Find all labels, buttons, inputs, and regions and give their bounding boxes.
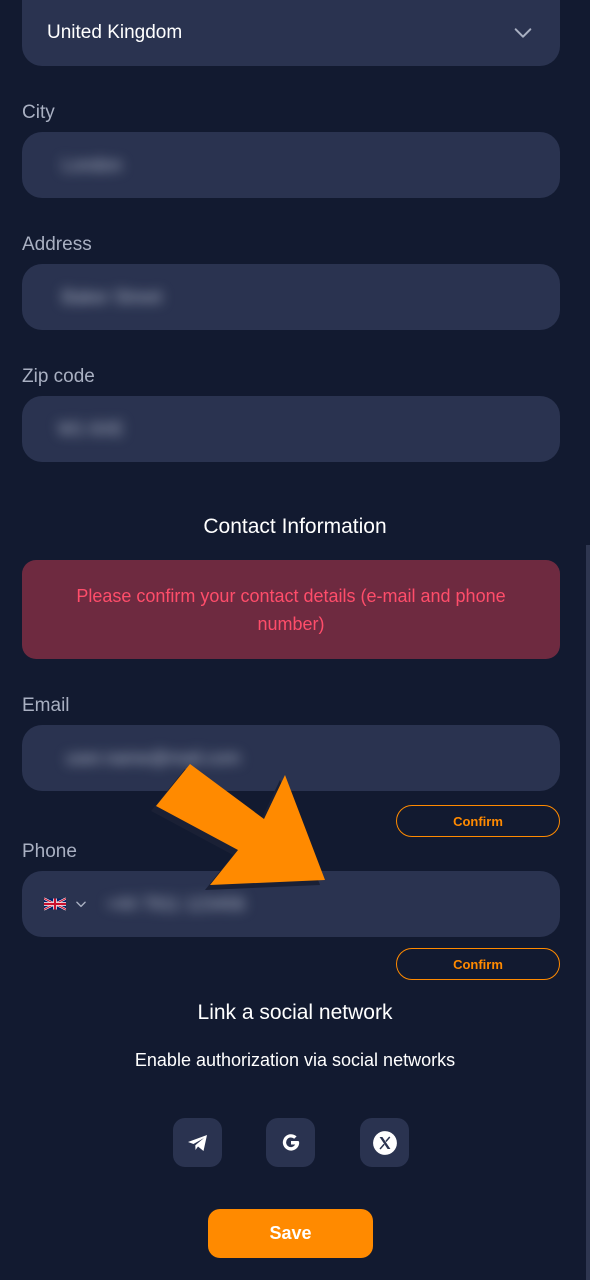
google-icon bbox=[282, 1133, 299, 1151]
country-select[interactable]: United Kingdom bbox=[22, 0, 560, 66]
email-input[interactable]: user.name@mail.com bbox=[22, 725, 560, 791]
zip-input[interactable]: W1 6XE bbox=[22, 396, 560, 462]
uk-flag-icon[interactable] bbox=[44, 897, 66, 911]
social-subtitle: Enable authorization via social networks bbox=[134, 1050, 456, 1070]
phone-confirm-button[interactable]: Confirm bbox=[396, 948, 560, 980]
zip-label: Zip code bbox=[22, 366, 95, 387]
phone-label: Phone bbox=[22, 841, 77, 862]
google-button[interactable] bbox=[266, 1118, 315, 1167]
x-icon bbox=[372, 1130, 397, 1155]
phone-value: +44 7911 123456 bbox=[106, 894, 246, 914]
zip-value: W1 6XE bbox=[58, 419, 125, 439]
email-confirm-button[interactable]: Confirm bbox=[396, 805, 560, 837]
country-select-value: United Kingdom bbox=[47, 22, 183, 43]
email-value: user.name@mail.com bbox=[66, 748, 241, 768]
address-label: Address bbox=[22, 234, 92, 255]
telegram-button[interactable] bbox=[173, 1118, 222, 1167]
social-title: Link a social network bbox=[197, 1001, 393, 1024]
telegram-icon bbox=[187, 1134, 207, 1151]
city-value: London bbox=[62, 155, 123, 175]
x-button[interactable] bbox=[360, 1118, 409, 1167]
phone-country-chevron-icon[interactable] bbox=[74, 897, 88, 911]
phone-input[interactable]: +44 7911 123456 bbox=[22, 871, 560, 937]
email-label: Email bbox=[22, 695, 70, 716]
scrollbar[interactable] bbox=[586, 545, 590, 1280]
contact-alert-text: Please confirm your contact details (e-m… bbox=[76, 585, 506, 634]
city-label: City bbox=[22, 102, 55, 123]
save-button[interactable]: Save bbox=[208, 1209, 373, 1258]
address-input[interactable]: Baker Street bbox=[22, 264, 560, 330]
contact-alert: Please confirm your contact details (e-m… bbox=[22, 560, 560, 659]
city-input[interactable]: London bbox=[22, 132, 560, 198]
chevron-down-icon bbox=[514, 28, 532, 38]
contact-title: Contact Information bbox=[203, 515, 387, 538]
address-value: Baker Street bbox=[62, 287, 163, 307]
